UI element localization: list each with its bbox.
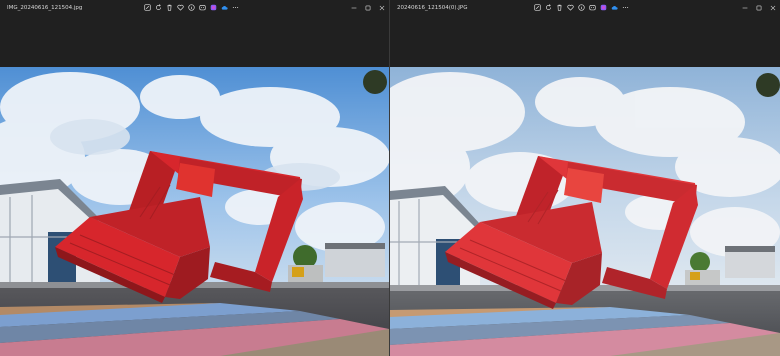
- photo-image: [390, 67, 780, 356]
- more-icon[interactable]: [232, 4, 239, 11]
- window-controls: [347, 0, 389, 15]
- info-icon[interactable]: [578, 4, 585, 11]
- photo-toolbar: [534, 0, 629, 15]
- copilot-icon[interactable]: [210, 4, 217, 11]
- photo-image: [0, 67, 389, 356]
- window-controls: [738, 0, 780, 15]
- copilot-icon[interactable]: [600, 4, 607, 11]
- delete-icon[interactable]: [556, 4, 563, 11]
- info-icon[interactable]: [188, 4, 195, 11]
- edit-icon[interactable]: [534, 4, 541, 11]
- onedrive-icon[interactable]: [221, 4, 228, 11]
- more-icon[interactable]: [622, 4, 629, 11]
- minimize-icon[interactable]: [738, 0, 752, 15]
- close-icon[interactable]: [766, 0, 780, 15]
- window-title: 20240616_121504(0).JPG: [397, 4, 468, 11]
- maximize-icon[interactable]: [361, 0, 375, 15]
- photo-viewer-window-right: 20240616_121504(0).JPG: [390, 0, 780, 356]
- onedrive-icon[interactable]: [611, 4, 618, 11]
- delete-icon[interactable]: [166, 4, 173, 11]
- photo-viewer-window-left: IMG_20240616_121504.jpg: [0, 0, 389, 356]
- close-icon[interactable]: [375, 0, 389, 15]
- share-icon[interactable]: [589, 4, 596, 11]
- window-title: IMG_20240616_121504.jpg: [7, 4, 83, 11]
- edit-icon[interactable]: [144, 4, 151, 11]
- maximize-icon[interactable]: [752, 0, 766, 15]
- favorite-icon[interactable]: [177, 4, 184, 11]
- rotate-icon[interactable]: [155, 4, 162, 11]
- share-icon[interactable]: [199, 4, 206, 11]
- minimize-icon[interactable]: [347, 0, 361, 15]
- photo-toolbar: [144, 0, 239, 15]
- favorite-icon[interactable]: [567, 4, 574, 11]
- rotate-icon[interactable]: [545, 4, 552, 11]
